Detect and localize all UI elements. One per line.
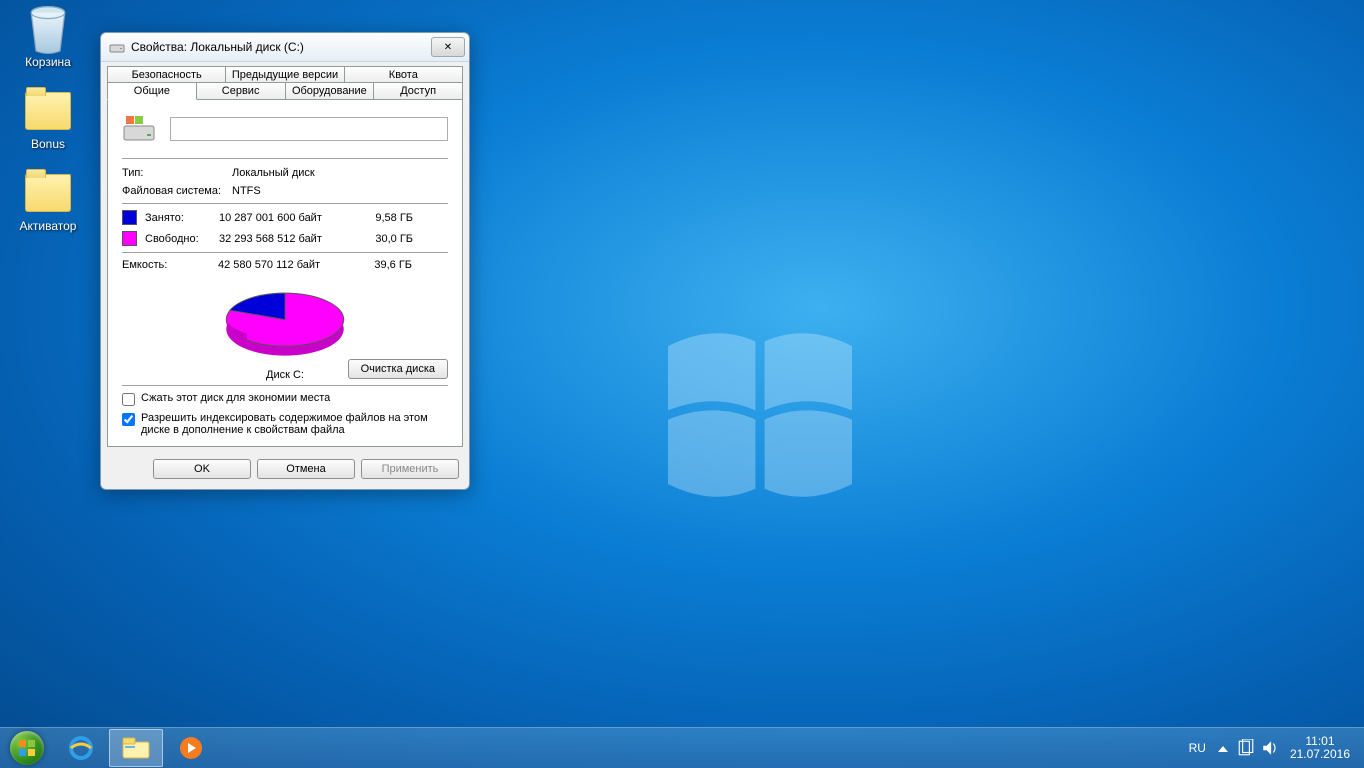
desktop-icons: Корзина Bonus Активатор [10,5,86,233]
capacity-gb: 39,6 ГБ [358,259,412,271]
used-color-swatch [122,210,137,225]
used-gb: 9,58 ГБ [359,212,413,224]
taskbar-media-player[interactable] [164,729,218,767]
tray-overflow-icon[interactable] [1218,741,1230,755]
tab-strip: Безопасность Предыдущие версии Квота Общ… [101,62,469,100]
general-panel: Тип:Локальный диск Файловая система:NTFS… [107,100,463,447]
window-title: Свойства: Локальный диск (C:) [131,40,431,54]
ok-button[interactable]: OK [153,459,251,479]
compress-checkbox[interactable] [122,393,135,406]
tab-quota[interactable]: Квота [345,66,463,83]
icon-label: Bonus [31,137,65,151]
cancel-button[interactable]: Отмена [257,459,355,479]
language-indicator[interactable]: RU [1181,741,1214,755]
clock-date: 21.07.2016 [1290,748,1350,761]
volume-icon[interactable] [1261,739,1279,757]
usage-pie-chart: Диск C: [122,277,448,381]
used-label: Занято: [145,212,219,224]
capacity-bytes: 42 580 570 112 байт [218,259,358,271]
volume-name-input[interactable] [170,117,448,141]
system-tray: RU 11:01 21.07.2016 [1181,728,1364,768]
free-label: Свободно: [145,233,219,245]
folder-icon [24,87,72,135]
free-color-swatch [122,231,137,246]
drive-large-icon [122,112,156,146]
index-checkbox[interactable] [122,413,135,426]
wallpaper-logo [620,300,900,530]
index-label: Разрешить индексировать содержимое файло… [141,412,448,436]
explorer-icon [121,736,151,760]
capacity-label: Емкость: [122,259,218,271]
disk-label: Диск C: [266,369,304,381]
drive-icon [109,39,125,55]
start-button[interactable] [0,728,54,768]
free-bytes: 32 293 568 512 байт [219,233,359,245]
free-gb: 30,0 ГБ [359,233,413,245]
titlebar[interactable]: Свойства: Локальный диск (C:) ✕ [101,33,469,62]
filesystem-label: Файловая система: [122,185,232,197]
clock[interactable]: 11:01 21.07.2016 [1282,735,1358,761]
tab-sharing[interactable]: Доступ [374,82,463,100]
taskbar-explorer[interactable] [109,729,163,767]
tab-general[interactable]: Общие [107,82,197,100]
taskbar[interactable]: RU 11:01 21.07.2016 [0,727,1364,768]
desktop[interactable]: Корзина Bonus Активатор Свойства: Локаль… [0,0,1364,768]
compress-label: Сжать этот диск для экономии места [141,392,330,404]
apply-button[interactable]: Применить [361,459,459,479]
icon-label: Корзина [25,55,71,69]
bin-icon [24,5,72,53]
taskbar-ie[interactable] [54,729,108,767]
icon-label: Активатор [20,219,77,233]
folder-icon [24,169,72,217]
tab-previous-versions[interactable]: Предыдущие версии [226,66,344,83]
close-button[interactable]: ✕ [431,37,465,57]
properties-window: Свойства: Локальный диск (C:) ✕ Безопасн… [100,32,470,490]
tab-security[interactable]: Безопасность [107,66,226,83]
recycle-bin-icon[interactable]: Корзина [10,5,86,69]
type-label: Тип: [122,167,232,179]
type-value: Локальный диск [232,167,315,179]
tab-tools[interactable]: Сервис [197,82,286,100]
index-checkbox-row[interactable]: Разрешить индексировать содержимое файло… [122,412,448,436]
compress-checkbox-row[interactable]: Сжать этот диск для экономии места [122,392,448,406]
used-bytes: 10 287 001 600 байт [219,212,359,224]
folder-activator[interactable]: Активатор [10,169,86,233]
media-player-icon [178,735,204,761]
dialog-buttons: OK Отмена Применить [101,453,469,489]
start-orb-icon [10,731,44,765]
ie-icon [67,734,95,762]
tab-hardware[interactable]: Оборудование [286,82,375,100]
folder-bonus[interactable]: Bonus [10,87,86,151]
filesystem-value: NTFS [232,185,261,197]
action-center-icon[interactable] [1237,739,1255,757]
